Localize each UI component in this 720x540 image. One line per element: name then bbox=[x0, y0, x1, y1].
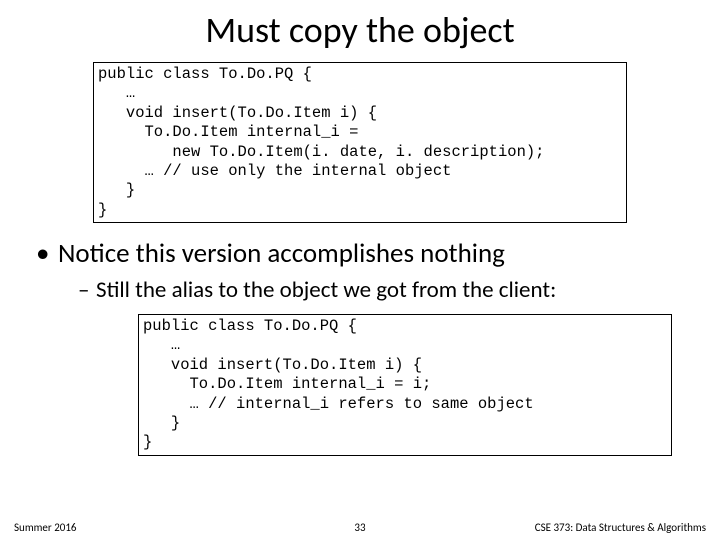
slide-title: Must copy the object bbox=[0, 0, 720, 62]
code-block-1: public class To.Do.PQ { … void insert(To… bbox=[93, 62, 627, 223]
code-block-2: public class To.Do.PQ { … void insert(To… bbox=[138, 314, 672, 456]
body-content: •Notice this version accomplishes nothin… bbox=[0, 237, 720, 304]
footer-course: CSE 373: Data Structures & Algorithms bbox=[535, 522, 706, 534]
subbullet: –Still the alias to the object we got fr… bbox=[36, 276, 696, 304]
bullet-main: •Notice this version accomplishes nothin… bbox=[36, 237, 696, 270]
bullet-text: Notice this version accomplishes nothing bbox=[58, 237, 505, 270]
subbullet-text: Still the alias to the object we got fro… bbox=[96, 276, 556, 304]
